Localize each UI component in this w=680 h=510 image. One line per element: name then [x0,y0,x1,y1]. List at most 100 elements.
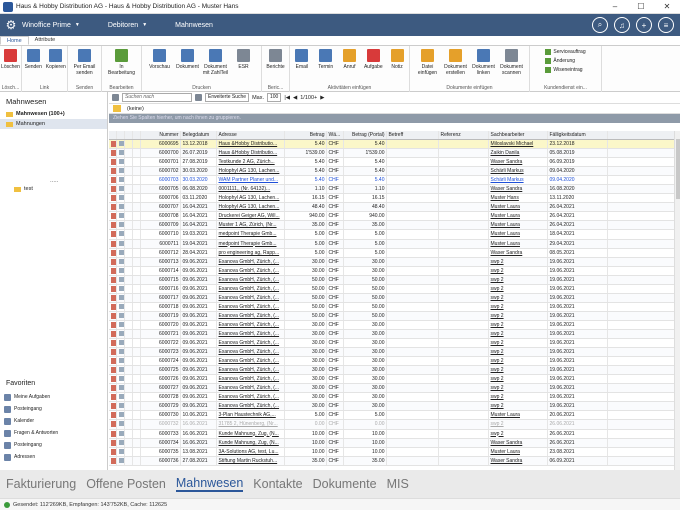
cell-sachbearbeiter[interactable]: Muster Hans [489,194,548,203]
table-row[interactable]: 6000719 09.06.2021 Exanova GmbH, Zürich, (… [109,311,680,321]
cell-adresse[interactable]: Exanova GmbH, Zürich, (... [217,357,285,366]
sidebar-item-mahnwesen[interactable]: Mahnwesen (100+) [0,109,107,119]
sidebar-folder-test[interactable]: test [14,186,33,192]
menu-icon[interactable]: ≡ [658,17,674,33]
cell-sachbearbeiter[interactable]: Zaikin Danila [489,149,548,158]
gear-icon[interactable]: ⚙ [0,14,22,36]
cell-adresse[interactable]: WAM Partner Planer und... [217,176,285,185]
cell-sachbearbeiter[interactable]: Muster Laura [489,239,548,248]
cell-sachbearbeiter[interactable]: swp 2 [489,393,548,402]
cell-adresse[interactable]: medpoint Therapie Gmb... [217,239,285,248]
icon-column-header[interactable] [109,131,117,139]
cell-sachbearbeiter[interactable]: Muster Laura [489,212,548,221]
cell-sachbearbeiter[interactable]: Muster Laura [489,230,548,239]
cell-sachbearbeiter[interactable]: Waser Sandra [489,185,548,194]
ribbon-button[interactable]: Dokument erstellen [442,49,470,76]
filter-value[interactable]: (keine) [127,106,144,112]
ribbon-button[interactable]: Anruf [338,49,362,70]
pencil-icon[interactable] [112,94,119,101]
cell-sachbearbeiter[interactable]: Schärli Markus [489,167,548,176]
add-icon[interactable]: + [636,17,652,33]
search-input[interactable]: Suchen nach [122,93,192,102]
table-row[interactable]: 6000710 19.03.2021 medpoint Therapie Gmb..… [109,230,680,240]
cell-adresse[interactable]: Exanova GmbH, Zürich, (... [217,311,285,320]
favorite-item[interactable]: Posteingang [4,405,58,413]
cell-adresse[interactable]: Exanova GmbH, Zürich, (... [217,320,285,329]
column-header[interactable]: Betrag [285,131,327,139]
favorite-item[interactable]: Fragen & Antworten [4,429,58,437]
bell-icon[interactable]: ♫ [614,17,630,33]
cell-sachbearbeiter[interactable]: swp 2 [489,329,548,339]
cell-adresse[interactable]: Exanova GmbH, Zürich, (... [217,375,285,384]
cell-sachbearbeiter[interactable]: swp 2 [489,402,548,411]
bottom-nav-item[interactable]: Dokumente [313,477,377,491]
kundendienst-item[interactable]: Serviceauftrag [545,49,586,55]
cell-adresse[interactable]: 0001111,, (Nr. 64132)... [217,185,285,194]
table-row[interactable]: 6000695 13.12.2018 Haus &Hobby Distributio… [109,140,680,150]
cell-sachbearbeiter[interactable]: swp 2 [489,275,548,284]
cell-adresse[interactable]: 3A-Solutions AG, test, Lu... [217,447,285,456]
table-row[interactable]: 6000715 09.06.2021 Exanova GmbH, Zürich, (… [109,275,680,285]
cell-adresse[interactable]: 31785 2, Hünenberg, (Nr... [217,420,285,429]
cell-adresse[interactable]: Holophyl AG 130, Lachen... [217,203,285,212]
table-row[interactable]: 6000714 09.06.2021 Exanova GmbH, Zürich, (… [109,266,680,276]
kundendienst-item[interactable]: Änderung [545,58,585,64]
cell-sachbearbeiter[interactable]: Muster Laura [489,447,548,456]
cell-sachbearbeiter[interactable]: swp 2 [489,257,548,266]
table-row[interactable]: 6000734 16.06.2021 Kunde Mahnung, Zug, (N.… [109,438,680,448]
table-row[interactable]: 6000709 16.04.2021 Muster 1 AG, Zürich, (N… [109,221,680,231]
bottom-nav-item[interactable]: Mahnwesen [175,476,244,492]
scrollbar-thumb[interactable] [676,139,680,199]
table-row[interactable]: 6000720 09.06.2021 Exanova GmbH, Zürich, (… [109,320,680,330]
cell-sachbearbeiter[interactable]: swp 2 [489,302,548,311]
close-button[interactable]: ✕ [654,0,680,14]
cell-adresse[interactable]: Exanova GmbH, Zürich, (... [217,293,285,302]
cell-sachbearbeiter[interactable]: swp 2 [489,357,548,366]
table-row[interactable]: 6000708 16.04.2021 Druckerei Geiger AG, Wi… [109,212,680,222]
cell-sachbearbeiter[interactable]: swp 2 [489,429,548,438]
table-row[interactable]: 6000729 09.06.2021 Exanova GmbH, Zürich, (… [109,402,680,412]
icon-column-header[interactable] [125,131,133,139]
cell-sachbearbeiter[interactable]: Waser Sandra [489,158,548,167]
column-header[interactable]: Fälligkeitsdatum [548,131,608,139]
bottom-nav-item[interactable]: Kontakte [253,477,302,491]
cell-adresse[interactable]: pro engineering ag, Rapp... [217,248,285,257]
cell-adresse[interactable]: Exanova GmbH, Zürich, (... [217,329,285,339]
favorite-item[interactable]: Posteingang [4,441,58,449]
cell-sachbearbeiter[interactable]: swp 2 [489,284,548,293]
ribbon-button[interactable]: Senden [22,49,45,70]
cell-sachbearbeiter[interactable]: swp 2 [489,348,548,357]
ribbon-button[interactable]: Dokument linken [470,49,498,76]
cell-sachbearbeiter[interactable]: Muster Laura [489,221,548,230]
cell-adresse[interactable]: Haus &Hobby Distributio... [217,149,285,158]
ribbon-button[interactable]: Berichte [262,49,289,70]
ribbon-button[interactable]: Dokument [174,49,202,70]
table-row[interactable]: 6000712 28.04.2021 pro engineering ag, Rap… [109,248,680,258]
table-row[interactable]: 6000700 26.07.2019 Haus &Hobby Distributio… [109,149,680,159]
ribbon-button[interactable]: Dokument scannen [498,49,526,76]
cell-sachbearbeiter[interactable]: swp 2 [489,366,548,375]
favorite-item[interactable]: Adressen [4,453,58,461]
cell-adresse[interactable]: Druckerei Geiger AG, Will... [217,212,285,221]
icon-column-header[interactable] [117,131,125,139]
ribbon-button[interactable]: In Bearbeitung [108,49,136,76]
table-row[interactable]: 6000713 09.06.2021 Exanova GmbH, Zürich, (… [109,257,680,267]
column-header[interactable]: Referenz [439,131,489,139]
cell-adresse[interactable]: Muster 1 AG, Zürich, (Nr... [217,221,285,230]
cell-adresse[interactable]: Stiftung Martin Ruckstuh... [217,456,285,465]
table-row[interactable]: 6000707 16.04.2021 Holophyl AG 130, Lachen… [109,203,680,213]
bottom-nav-item[interactable]: MIS [387,477,409,491]
maximize-button[interactable]: ☐ [628,0,654,14]
column-header[interactable]: Betreff [387,131,439,139]
cell-sachbearbeiter[interactable]: swp 2 [489,375,548,384]
column-header[interactable]: Wä... [327,131,344,139]
table-row[interactable]: 6000705 06.08.2020 0001111,, (Nr. 64132)..… [109,185,680,195]
table-row[interactable]: 6000722 09.06.2021 Exanova GmbH, Zürich, (… [109,339,680,349]
cell-adresse[interactable]: Haus &Hobby Distributio... [217,140,285,149]
column-header[interactable]: Belegdatum [181,131,217,139]
ribbon-button[interactable]: Vorschau [146,49,174,70]
next-page-icon[interactable]: ▶ [320,95,324,101]
sidebar-item-mahnungen[interactable]: Mahnungen [0,119,107,129]
table-row[interactable]: 6000701 27.08.2019 Testkunde 2 AG, Zürich.… [109,158,680,168]
cell-adresse[interactable]: Exanova GmbH, Zürich, (... [217,302,285,311]
